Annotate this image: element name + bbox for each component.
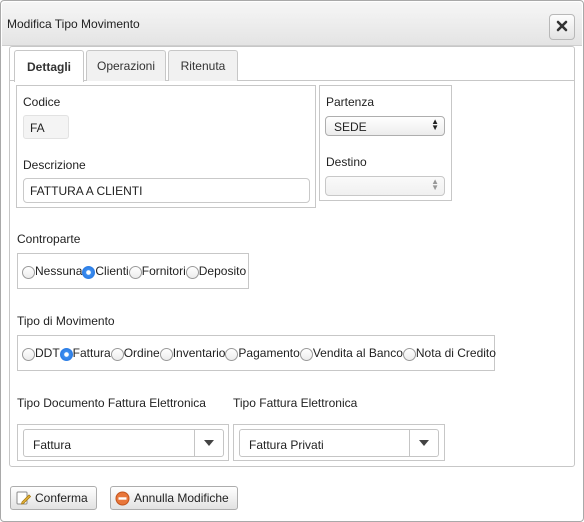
descrizione-label: Descrizione (23, 158, 86, 172)
radio-button[interactable] (225, 348, 239, 361)
radio-option-inventario[interactable]: Inventario (159, 345, 225, 361)
descrizione-input[interactable] (23, 178, 310, 203)
destino-select[interactable]: ▲ ▼ (325, 176, 445, 196)
radio-button[interactable] (110, 348, 124, 361)
cancel-button[interactable]: Annulla Modifiche (110, 486, 238, 510)
radio-button[interactable] (185, 266, 199, 279)
cancel-label: Annulla Modifiche (134, 491, 229, 505)
radio-option-ordine[interactable]: Ordine (110, 345, 160, 361)
chevron-down-icon[interactable] (409, 430, 438, 456)
radio-option-nessuna[interactable]: Nessuna (22, 263, 82, 279)
updown-arrows-icon: ▲ ▼ (431, 177, 439, 192)
confirm-label: Conferma (35, 491, 88, 505)
radio-option-ddt[interactable]: DDT (22, 345, 60, 361)
radio-button-selected[interactable] (59, 348, 73, 361)
radio-button[interactable] (128, 266, 142, 279)
tipo-documento-value: Fattura (33, 438, 72, 452)
radio-button[interactable] (299, 348, 313, 361)
tab-operazioni[interactable]: Operazioni (86, 50, 166, 81)
titlebar: Modifica Tipo Movimento (2, 2, 582, 46)
cancel-circle-icon (115, 491, 130, 506)
radio-option-nota-di-credito[interactable]: Nota di Credito (402, 345, 496, 361)
radio-button[interactable] (159, 348, 173, 361)
tipo-movimento-label: Tipo di Movimento (17, 314, 115, 328)
tipo-movimento-radio-group: DDT Fattura Ordine Inventario Pagamento … (17, 335, 496, 371)
edit-document-icon (15, 490, 31, 506)
partenza-select[interactable]: SEDE ▲ ▼ (325, 116, 445, 136)
radio-option-vendita-al-banco[interactable]: Vendita al Banco (299, 345, 403, 361)
controparte-radio-group: Nessuna Clienti Fornitori Deposito (17, 253, 249, 289)
radio-button[interactable] (402, 348, 416, 361)
chevron-down-icon[interactable] (194, 430, 223, 456)
tipo-fattura-label: Tipo Fattura Elettronica (233, 396, 358, 410)
radio-option-clienti[interactable]: Clienti (82, 263, 129, 279)
confirm-button[interactable]: Conferma (10, 486, 97, 510)
updown-arrows-icon: ▲ ▼ (431, 117, 439, 132)
tab-bar: Dettagli Operazioni Ritenuta (10, 47, 574, 82)
codice-label: Codice (23, 95, 61, 109)
close-button[interactable] (549, 14, 575, 40)
codice-field: FA (23, 115, 69, 139)
radio-option-deposito[interactable]: Deposito (185, 263, 246, 279)
tab-ritenuta[interactable]: Ritenuta (168, 50, 238, 81)
partenza-label: Partenza (326, 95, 375, 109)
partenza-value: SEDE (334, 120, 367, 134)
radio-button[interactable] (22, 348, 35, 361)
radio-option-fornitori[interactable]: Fornitori (128, 263, 186, 279)
tipo-documento-combo[interactable]: Fattura (23, 429, 224, 457)
destino-label: Destino (326, 155, 367, 169)
radio-option-pagamento[interactable]: Pagamento (225, 345, 300, 361)
tab-dettagli[interactable]: Dettagli (14, 50, 84, 82)
tipo-documento-label: Tipo Documento Fattura Elettronica (17, 396, 206, 410)
modal-dialog: Modifica Tipo Movimento Dettagli Operazi… (0, 0, 584, 522)
dialog-title: Modifica Tipo Movimento (7, 17, 140, 31)
radio-button[interactable] (22, 266, 35, 279)
radio-option-fattura[interactable]: Fattura (59, 345, 111, 361)
tipo-fattura-combo[interactable]: Fattura Privati (239, 429, 439, 457)
close-icon (556, 20, 568, 35)
tipo-fattura-value: Fattura Privati (249, 438, 324, 452)
controparte-label: Controparte (17, 232, 81, 246)
radio-button-selected[interactable] (82, 266, 96, 279)
